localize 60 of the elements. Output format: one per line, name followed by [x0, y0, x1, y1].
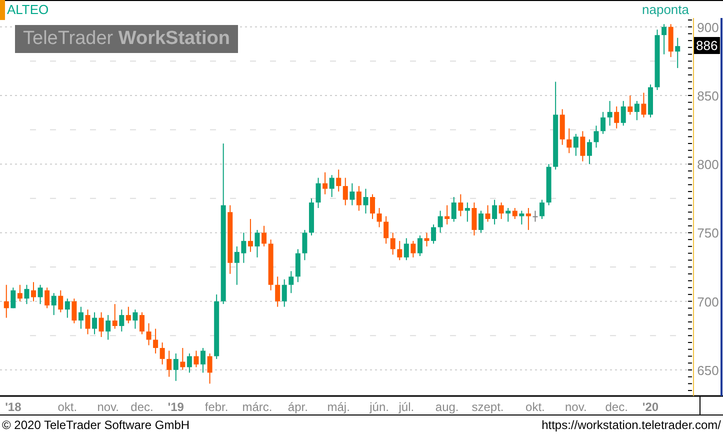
y-axis-label: 900	[697, 20, 719, 35]
candle	[309, 198, 314, 236]
candle	[478, 210, 484, 234]
candle	[132, 309, 138, 330]
watermark-logo: TeleTrader WorkStation	[15, 25, 238, 53]
x-axis-label: márc.	[242, 400, 272, 414]
candle	[485, 204, 490, 222]
candle	[302, 229, 308, 261]
copyright-text: © 2020 TeleTrader Software GmbH	[2, 418, 190, 432]
candle	[38, 284, 43, 305]
last-price-badge: 886	[694, 37, 720, 54]
y-axis-label: 700	[697, 294, 719, 310]
candle	[648, 84, 653, 118]
y-axis-label: 800	[697, 157, 719, 172]
candle	[641, 92, 646, 118]
candle	[207, 352, 212, 384]
candle	[472, 202, 477, 236]
candle	[370, 194, 375, 220]
x-axis-label: febr.	[204, 400, 228, 414]
y-axis-label: 750	[697, 226, 719, 241]
candle	[316, 177, 321, 208]
x-axis-label: okt.	[526, 400, 545, 414]
candle	[540, 199, 544, 220]
candle	[24, 284, 30, 305]
x-axis-label: nov.	[565, 400, 587, 414]
x-axis-label: '18	[5, 400, 22, 414]
symbol-marker	[0, 0, 5, 20]
candle	[546, 164, 552, 206]
y-axis-label: 650	[697, 362, 719, 378]
candle	[200, 347, 206, 374]
x-axis-label: máj.	[327, 400, 350, 414]
candle	[194, 350, 199, 368]
candle	[85, 309, 90, 335]
symbol-label: ALTEO	[7, 2, 49, 17]
x-axis-label: '20	[642, 400, 659, 414]
x-axis-label: szept.	[472, 400, 504, 414]
x-axis-label: '19	[168, 400, 184, 414]
x-axis-label: jún.	[370, 400, 389, 414]
candle	[254, 229, 260, 258]
x-axis-label: dec.	[130, 400, 154, 414]
candle	[675, 37, 680, 69]
candle	[424, 232, 430, 247]
x-axis-label: okt.	[58, 400, 78, 414]
y-axis-label: 850	[697, 88, 719, 104]
candle	[363, 188, 368, 214]
x-axis-label: júl.	[398, 400, 414, 414]
url-text: https://workstation.teletrader.com/	[542, 418, 721, 432]
candle	[654, 29, 660, 90]
x-axis-label: nov.	[97, 400, 119, 414]
candle	[146, 322, 152, 346]
candle	[532, 210, 538, 222]
candle	[140, 312, 144, 335]
candle	[594, 125, 599, 148]
candle	[376, 208, 382, 228]
candle	[4, 284, 9, 318]
x-axis-label: aug.	[435, 400, 459, 414]
candle	[31, 282, 36, 302]
interval-label: naponta	[642, 2, 689, 17]
x-axis-label: ápr.	[288, 400, 308, 414]
x-axis-label: dec.	[605, 400, 628, 414]
